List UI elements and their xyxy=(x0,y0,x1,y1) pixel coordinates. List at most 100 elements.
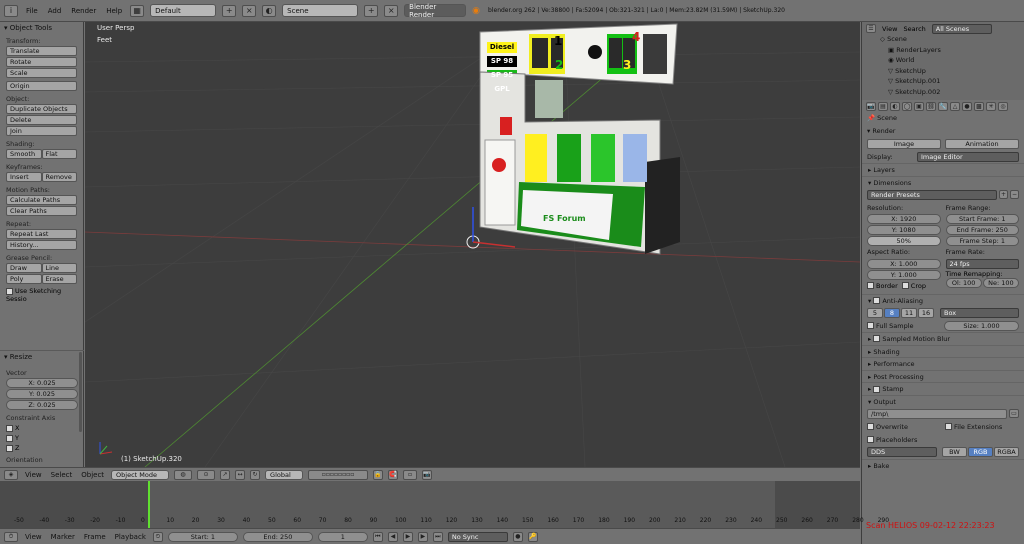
scene-icon[interactable]: ◐ xyxy=(262,4,277,17)
outliner-view-menu[interactable]: View xyxy=(882,25,897,33)
post-processing-panel-header[interactable]: ▸ Post Processing xyxy=(862,369,1024,383)
overwrite-checkbox[interactable]: Overwrite xyxy=(867,423,941,431)
resize-z-field[interactable]: Z: 0.025 xyxy=(6,400,78,410)
add-layout-icon[interactable]: + xyxy=(222,4,237,17)
render-presets-dropdown[interactable]: Render Presets xyxy=(867,189,997,200)
sketching-session-checkbox[interactable]: Use Sketching Sessio xyxy=(0,285,83,305)
outliner-search-menu[interactable]: Search xyxy=(903,25,925,33)
end-frame-field[interactable]: End Frame: 250 xyxy=(945,224,1019,235)
sync-mode-dropdown[interactable]: No Sync xyxy=(447,531,508,542)
render-animation-button[interactable]: Animation xyxy=(945,138,1019,149)
border-checkbox[interactable]: Border xyxy=(867,282,898,290)
render-panel-header[interactable]: ▾ Render xyxy=(862,125,1024,138)
resize-x-field[interactable]: X: 0.025 xyxy=(6,378,78,388)
constraint-x-checkbox[interactable]: X xyxy=(0,423,84,433)
render-preview-icon[interactable]: 📷 xyxy=(422,469,433,480)
color-rgb-button[interactable]: RGB xyxy=(968,447,993,458)
particles-tab-icon[interactable]: ✳ xyxy=(986,102,996,111)
view-menu[interactable]: View xyxy=(23,471,44,479)
play-icon[interactable]: ▶ xyxy=(402,531,413,542)
repeat-last-button[interactable]: Repeat Last xyxy=(6,229,77,239)
pivot-point-icon[interactable]: ⊙ xyxy=(197,469,216,480)
aa-size-field[interactable]: Size: 1.000 xyxy=(944,320,1019,331)
motion-blur-panel-header[interactable]: ▸ Sampled Motion Blur xyxy=(862,331,1024,345)
world-tab-icon[interactable]: ◯ xyxy=(902,102,912,111)
outliner-item-renderlayers[interactable]: ▣ RenderLayers xyxy=(880,45,1024,56)
aspect-x-field[interactable]: X: 1.000 xyxy=(867,258,941,269)
keying-set-icon[interactable]: 🔑 xyxy=(527,531,538,542)
placeholders-checkbox[interactable]: Placeholders xyxy=(862,433,1024,446)
render-engine-selector[interactable]: Blender Render xyxy=(404,3,467,19)
file-extensions-checkbox[interactable]: File Extensions xyxy=(945,423,1019,431)
color-bw-button[interactable]: BW xyxy=(942,447,967,458)
display-dropdown[interactable]: Image Editor xyxy=(917,151,1019,162)
rotate-manipulator-icon[interactable]: ↻ xyxy=(250,469,261,480)
scale-button[interactable]: Scale xyxy=(6,68,77,78)
aa-filter-dropdown[interactable]: Box xyxy=(940,307,1019,318)
jump-start-icon[interactable]: ⏮ xyxy=(372,531,383,542)
prev-keyframe-icon[interactable]: ◀ xyxy=(387,531,398,542)
join-button[interactable]: Join xyxy=(6,126,77,136)
render-tab-icon[interactable]: 📷 xyxy=(866,102,876,111)
resolution-percent-field[interactable]: 50% xyxy=(867,235,941,246)
color-rgba-button[interactable]: RGBA xyxy=(994,447,1019,458)
time-remap-new-field[interactable]: Ne: 100 xyxy=(982,277,1019,288)
clear-paths-button[interactable]: Clear Paths xyxy=(6,206,77,216)
menu-add[interactable]: Add xyxy=(46,7,64,15)
outliner-item-sketchup[interactable]: ▽ SketchUp xyxy=(880,66,1024,77)
render-image-button[interactable]: Image xyxy=(867,138,941,149)
outliner-item-world[interactable]: ◉ World xyxy=(880,55,1024,66)
constraint-y-checkbox[interactable]: Y xyxy=(0,433,84,443)
frame-menu[interactable]: Frame xyxy=(82,533,108,541)
bake-panel-header[interactable]: ▸ Bake xyxy=(862,458,1024,472)
preview-range-icon[interactable]: ⏲ xyxy=(152,531,163,542)
performance-panel-header[interactable]: ▸ Performance xyxy=(862,357,1024,370)
physics-tab-icon[interactable]: ◎ xyxy=(998,102,1008,111)
timeline-end-field[interactable]: End: 250 xyxy=(242,531,313,542)
aa-level-11-button[interactable]: 11 xyxy=(901,307,917,318)
constraint-z-checkbox[interactable]: Z xyxy=(0,443,84,453)
file-format-dropdown[interactable]: DDS xyxy=(867,447,937,458)
aa-level-8-button[interactable]: 8 xyxy=(884,307,900,318)
outliner-item-sketchup-001[interactable]: ▽ SketchUp.001 xyxy=(880,76,1024,87)
aa-level-5-button[interactable]: 5 xyxy=(867,307,883,318)
aspect-y-field[interactable]: Y: 1.000 xyxy=(867,269,941,280)
transform-orientation-selector[interactable]: Global xyxy=(265,469,304,480)
insert-keyframe-button[interactable]: Insert xyxy=(6,172,42,182)
add-scene-icon[interactable]: + xyxy=(364,4,379,17)
timeline-view-menu[interactable]: View xyxy=(23,533,44,541)
constraints-tab-icon[interactable]: ⛓ xyxy=(926,102,936,111)
current-frame-field[interactable]: 1 xyxy=(317,531,368,542)
outliner-item-scene[interactable]: ◇ Scene xyxy=(880,34,1024,45)
resolution-x-field[interactable]: X: 1920 xyxy=(867,213,941,224)
line-button[interactable]: Line xyxy=(41,263,77,273)
texture-tab-icon[interactable]: ▩ xyxy=(974,102,984,111)
remove-layout-icon[interactable]: × xyxy=(242,4,257,17)
layers-tab-icon[interactable]: ▤ xyxy=(878,102,888,111)
outliner-editor-icon[interactable]: ☰ xyxy=(866,24,876,33)
panel-scrollbar[interactable] xyxy=(79,352,82,432)
aa-level-16-button[interactable]: 16 xyxy=(918,307,934,318)
stamp-panel-header[interactable]: ▸ Stamp xyxy=(862,382,1024,395)
time-remap-old-field[interactable]: Ol: 100 xyxy=(945,277,982,288)
screen-layout-icon[interactable]: ▦ xyxy=(130,4,145,17)
playback-menu[interactable]: Playback xyxy=(113,533,148,541)
manipulator-toggle-icon[interactable]: ↗ xyxy=(220,469,231,480)
object-tab-icon[interactable]: ▣ xyxy=(914,102,924,111)
3d-viewport[interactable]: User Persp Feet Diesel SP 98 SP 95 GPL 1… xyxy=(85,22,860,467)
folder-icon[interactable]: ▭ xyxy=(1009,409,1019,419)
snap-element-icon[interactable]: ▫ xyxy=(403,469,418,480)
remove-preset-icon[interactable]: − xyxy=(1010,190,1019,200)
timeline-area[interactable]: -50 -40 -30 -20 -10 0 10 20 30 40 50 60 70 80 90 100 110… xyxy=(0,481,889,528)
calculate-paths-button[interactable]: Calculate Paths xyxy=(6,195,77,205)
object-menu[interactable]: Object xyxy=(79,471,106,479)
scene-tab-icon[interactable]: ◐ xyxy=(890,102,900,111)
object-tools-header[interactable]: ▾ Object Tools xyxy=(0,22,83,34)
pin-icon[interactable]: 📌 xyxy=(867,114,875,122)
menu-render[interactable]: Render xyxy=(69,7,98,15)
dimensions-panel-header[interactable]: ▾ Dimensions xyxy=(862,175,1024,189)
outliner-item-sketchup-002[interactable]: ▽ SketchUp.002 xyxy=(880,87,1024,98)
translate-button[interactable]: Translate xyxy=(6,46,77,56)
smooth-button[interactable]: Smooth xyxy=(6,149,42,159)
rotate-button[interactable]: Rotate xyxy=(6,57,77,67)
